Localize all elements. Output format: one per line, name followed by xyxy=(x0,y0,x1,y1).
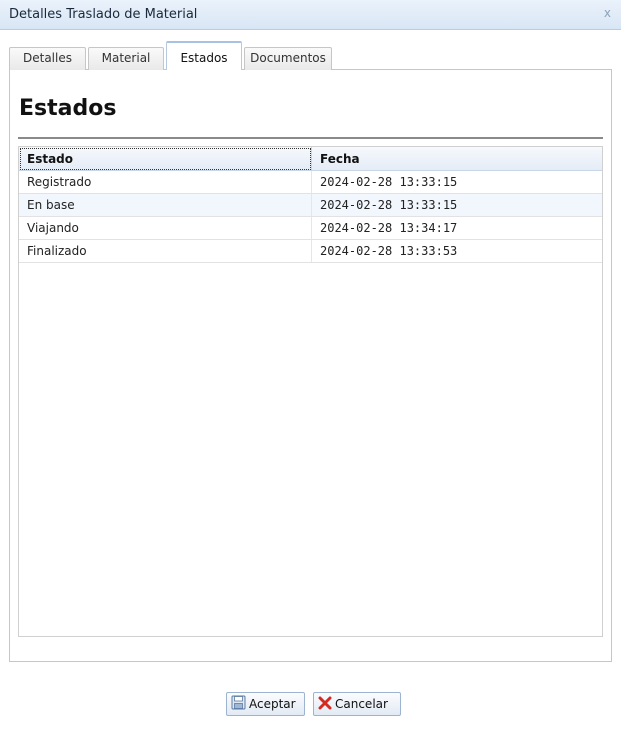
table-row[interactable]: En base 2024-02-28 13:33:15 xyxy=(19,194,602,217)
save-icon xyxy=(231,695,246,713)
tab-documentos[interactable]: Documentos xyxy=(244,47,332,70)
cell-estado: En base xyxy=(19,194,312,216)
cell-estado: Finalizado xyxy=(19,240,312,262)
close-icon[interactable]: x xyxy=(604,6,611,20)
cell-estado: Registrado xyxy=(19,171,312,193)
column-header-estado[interactable]: Estado xyxy=(19,147,312,171)
cell-fecha: 2024-02-28 13:33:53 xyxy=(320,244,458,258)
estados-grid: Estado Fecha Registrado 2024-02-28 13:33… xyxy=(18,146,603,637)
table-row[interactable]: Viajando 2024-02-28 13:34:17 xyxy=(19,217,602,240)
cell-fecha: 2024-02-28 13:33:15 xyxy=(320,198,458,212)
window-titlebar: Detalles Traslado de Material x xyxy=(0,0,621,30)
column-header-fecha[interactable]: Fecha xyxy=(312,147,602,171)
accept-button[interactable]: Aceptar xyxy=(226,692,305,716)
tab-detalles[interactable]: Detalles xyxy=(9,47,86,70)
grid-header: Estado Fecha xyxy=(19,147,602,171)
heading-divider xyxy=(18,137,603,139)
accept-button-label: Aceptar xyxy=(249,697,296,711)
section-heading: Estados xyxy=(19,96,117,121)
cancel-button-label: Cancelar xyxy=(335,697,388,711)
table-row[interactable]: Registrado 2024-02-28 13:33:15 xyxy=(19,171,602,194)
tab-material[interactable]: Material xyxy=(88,47,164,70)
cell-fecha: 2024-02-28 13:33:15 xyxy=(320,175,458,189)
tab-estados[interactable]: Estados xyxy=(166,41,242,70)
cell-fecha: 2024-02-28 13:34:17 xyxy=(320,221,458,235)
cell-estado: Viajando xyxy=(19,217,312,239)
x-icon xyxy=(318,696,332,713)
table-row[interactable]: Finalizado 2024-02-28 13:33:53 xyxy=(19,240,602,263)
cancel-button[interactable]: Cancelar xyxy=(313,692,401,716)
window-title: Detalles Traslado de Material xyxy=(9,7,198,22)
